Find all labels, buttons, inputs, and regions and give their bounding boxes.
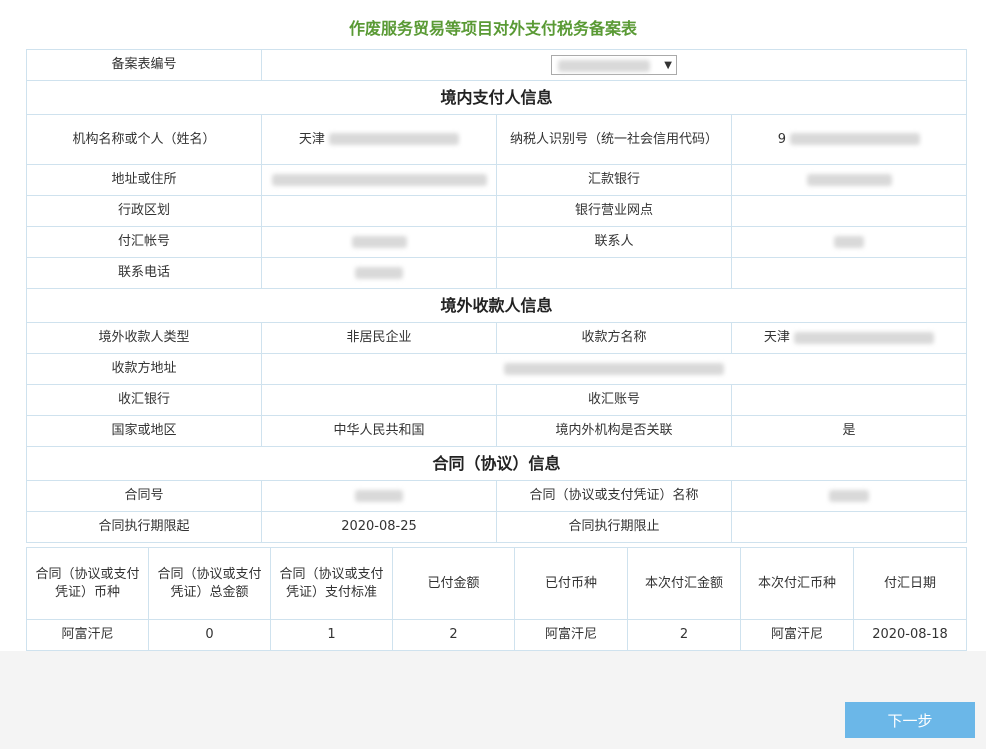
redacted-value (271, 173, 487, 186)
redacted-value (351, 235, 407, 248)
bank-branch-label: 银行营业网点 (496, 195, 732, 227)
payee-name-value: 天津 (763, 330, 790, 345)
header-current-amount: 本次付汇金额 (627, 547, 741, 620)
overseas-section-heading: 境外收款人信息 (25, 288, 968, 323)
receiving-account-label: 收汇账号 (496, 384, 732, 416)
payee-address-label: 收款方地址 (26, 353, 262, 385)
cell-current-currency: 阿富汗尼 (740, 619, 854, 651)
page-title: 作废服务贸易等项目对外支付税务备案表 (348, 19, 637, 38)
start-date-label: 合同执行期限起 (26, 511, 262, 543)
org-name-value: 天津 (298, 131, 325, 147)
header-current-currency: 本次付汇币种 (740, 547, 854, 620)
table-row: 阿富汗尼 0 1 2 阿富汗尼 2 阿富汗尼 2020-08-18 (26, 619, 967, 651)
country-label: 国家或地区 (26, 415, 262, 447)
record-no-select[interactable]: ▼ (551, 55, 677, 75)
cell-payment-date: 2020-08-18 (853, 619, 967, 651)
related-label: 境内外机构是否关联 (496, 415, 732, 447)
header-payment-standard: 合同（协议或支付凭证）支付标准 (270, 547, 393, 620)
filing-form-table: 备案表编号 ▼ 境内支付人信息 机构名称或个人（姓名） 天津 纳税人识别号（统一… (25, 49, 968, 543)
taxpayer-id-label: 纳税人识别号（统一社会信用代码） (496, 114, 732, 165)
footer-bar (0, 651, 986, 749)
header-paid-amount: 已付金额 (392, 547, 515, 620)
payment-account-label: 付汇帐号 (26, 226, 262, 258)
remit-bank-label: 汇款银行 (496, 164, 732, 196)
taxpayer-id-value: 9 (777, 131, 787, 147)
cell-paid-amount: 2 (392, 619, 515, 651)
table-header-row: 合同（协议或支付凭证）币种 合同（协议或支付凭证）总金额 合同（协议或支付凭证）… (26, 547, 967, 620)
start-date-value: 2020-08-25 (261, 511, 497, 543)
end-date-value (730, 511, 968, 543)
redacted-value (355, 266, 403, 279)
contract-no-label: 合同号 (26, 480, 262, 512)
cell-current-amount: 2 (627, 619, 741, 651)
next-step-button[interactable]: 下一步 (845, 702, 975, 738)
receiving-bank-value (261, 384, 497, 416)
contract-section-heading: 合同（协议）信息 (25, 446, 968, 481)
contact-label: 联系人 (496, 226, 732, 258)
redacted-value (834, 235, 864, 248)
cell-payment-standard: 1 (270, 619, 393, 651)
header-contract-total: 合同（协议或支付凭证）总金额 (148, 547, 271, 620)
redacted-value (794, 331, 935, 344)
cell-paid-currency: 阿富汗尼 (514, 619, 628, 651)
redacted-value (806, 173, 892, 186)
receiving-account-value (730, 384, 968, 416)
header-paid-currency: 已付币种 (514, 547, 628, 620)
admin-region-value (261, 195, 497, 227)
address-label: 地址或住所 (26, 164, 262, 196)
contract-name-label: 合同（协议或支付凭证）名称 (496, 480, 732, 512)
cell-contract-currency: 阿富汗尼 (26, 619, 149, 651)
phone-label: 联系电话 (26, 257, 262, 289)
country-value: 中华人民共和国 (261, 415, 497, 447)
payee-name-label: 收款方名称 (496, 322, 732, 354)
redacted-value (829, 489, 869, 502)
redacted-value (558, 60, 650, 72)
redacted-value (329, 133, 460, 145)
redacted-value (504, 362, 724, 375)
admin-region-label: 行政区划 (26, 195, 262, 227)
payee-type-label: 境外收款人类型 (26, 322, 262, 354)
header-payment-date: 付汇日期 (853, 547, 967, 620)
bank-branch-value (730, 195, 968, 227)
redacted-value (355, 489, 403, 502)
redacted-value (790, 133, 921, 145)
end-date-label: 合同执行期限止 (496, 511, 732, 543)
related-value: 是 (730, 415, 968, 447)
payment-table: 合同（协议或支付凭证）币种 合同（协议或支付凭证）总金额 合同（协议或支付凭证）… (26, 547, 967, 651)
payee-type-value: 非居民企业 (261, 322, 497, 354)
chevron-down-icon: ▼ (664, 60, 672, 71)
org-name-label: 机构名称或个人（姓名） (26, 114, 262, 165)
header-contract-currency: 合同（协议或支付凭证）币种 (26, 547, 149, 620)
receiving-bank-label: 收汇银行 (26, 384, 262, 416)
record-no-label: 备案表编号 (26, 49, 262, 81)
cell-contract-total: 0 (148, 619, 271, 651)
domestic-section-heading: 境内支付人信息 (25, 80, 968, 115)
